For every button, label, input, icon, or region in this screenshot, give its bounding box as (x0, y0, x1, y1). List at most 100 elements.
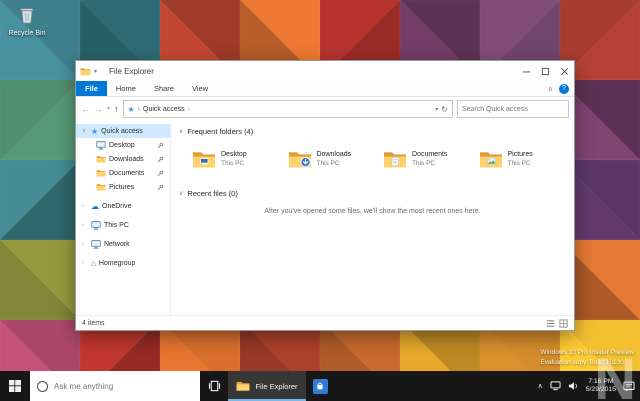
tile-location: This PC (221, 160, 247, 167)
sidebar-item-label: OneDrive (102, 203, 132, 210)
pictures-folder-icon (96, 183, 106, 191)
tree-collapse-icon[interactable]: › (82, 260, 88, 266)
folder-tile-pictures[interactable]: Pictures This PC (476, 141, 567, 177)
volume-tray-icon[interactable] (568, 381, 579, 391)
up-button[interactable]: ↑ (114, 105, 119, 114)
network-tray-icon[interactable] (550, 381, 561, 391)
taskbar-app-button[interactable] (306, 371, 334, 401)
sidebar-item-label: Network (104, 241, 130, 248)
tree-expand-icon[interactable]: ∨ (82, 128, 88, 134)
tab-view[interactable]: View (183, 81, 217, 96)
downloads-folder-icon (288, 149, 312, 169)
action-center-icon[interactable] (623, 381, 635, 392)
taskbar-search[interactable] (30, 371, 200, 401)
item-count: 4 items (82, 320, 105, 327)
sidebar-item-onedrive[interactable]: › ☁ OneDrive (76, 199, 170, 213)
group-collapse-icon[interactable]: ∨ (179, 128, 183, 135)
back-button[interactable]: ← (81, 105, 90, 114)
folder-tile-downloads[interactable]: Downloads This PC (285, 141, 376, 177)
breadcrumb-separator-icon: › (188, 106, 190, 113)
tile-name: Desktop (221, 151, 247, 158)
sidebar-item-label: Downloads (109, 156, 144, 163)
sidebar-item-documents[interactable]: Documents (76, 166, 170, 180)
cortana-icon (37, 381, 48, 392)
close-button[interactable] (555, 61, 574, 81)
group-collapse-icon[interactable]: ∨ (179, 190, 183, 197)
task-view-button[interactable] (200, 371, 228, 401)
navigation-pane: ∨ ★ Quick access Desktop Downloads Docum… (76, 121, 171, 315)
recent-files-empty-message: After you've opened some files, we'll sh… (179, 208, 566, 215)
recycle-bin-icon (19, 6, 35, 24)
status-bar: 4 items (76, 315, 574, 330)
homegroup-icon: ⌂ (91, 259, 96, 268)
taskbar-search-input[interactable] (54, 382, 172, 391)
frequent-folders-header[interactable]: ∨ Frequent folders (4) (179, 127, 566, 136)
this-pc-icon (91, 221, 101, 230)
breadcrumb[interactable]: Quick access (143, 106, 185, 113)
content-pane: ∨ Frequent folders (4) Desktop This PC (171, 121, 574, 315)
recycle-bin[interactable]: Recycle Bin (4, 6, 50, 37)
windows-logo-icon (9, 380, 21, 392)
documents-folder-icon (96, 169, 106, 177)
watermark-line-2: Evaluation copy. Build 10130 (540, 358, 634, 367)
qat-customize-icon[interactable]: ▾ (94, 68, 97, 75)
start-button[interactable] (0, 371, 30, 401)
sidebar-item-desktop[interactable]: Desktop (76, 138, 170, 152)
taskbar-file-explorer-button[interactable]: File Explorer (228, 371, 306, 401)
tile-meta: Documents This PC (412, 151, 447, 167)
sidebar-item-downloads[interactable]: Downloads (76, 152, 170, 166)
sidebar-item-quick-access[interactable]: ∨ ★ Quick access (76, 124, 170, 138)
address-bar[interactable]: ★ › Quick access › ▾ ↻ (123, 100, 453, 118)
sidebar-item-homegroup[interactable]: › ⌂ Homegroup (76, 256, 170, 270)
pin-icon (157, 184, 164, 191)
recent-files-header[interactable]: ∨ Recent files (0) (179, 189, 566, 198)
refresh-icon[interactable]: ↻ (441, 105, 448, 114)
recent-locations-icon[interactable]: ▾ (107, 106, 110, 112)
search-box[interactable] (457, 100, 569, 118)
taskbar-button-label: File Explorer (255, 382, 297, 391)
tab-share[interactable]: Share (145, 81, 183, 96)
forward-button[interactable]: → (94, 105, 103, 114)
desktop-icon (96, 141, 106, 150)
tree-collapse-icon[interactable]: › (82, 203, 88, 209)
show-hidden-icons-chevron[interactable]: ∧ (538, 382, 543, 390)
window-body: ∨ ★ Quick access Desktop Downloads Docum… (76, 121, 574, 315)
folder-tile-documents[interactable]: Documents This PC (380, 141, 471, 177)
sidebar-item-pictures[interactable]: Pictures (76, 180, 170, 194)
tile-name: Downloads (317, 151, 352, 158)
tree-collapse-icon[interactable]: › (82, 222, 88, 228)
details-view-icon[interactable] (546, 319, 555, 328)
address-dropdown-icon[interactable]: ▾ (435, 106, 438, 113)
tile-meta: Desktop This PC (221, 151, 247, 167)
maximize-button[interactable] (536, 61, 555, 81)
quick-access-icon: ★ (91, 127, 98, 136)
tree-collapse-icon[interactable]: › (82, 241, 88, 247)
desktop: Recycle Bin Windows 10 Pro Insider Previ… (0, 0, 640, 401)
folder-tile-desktop[interactable]: Desktop This PC (189, 141, 280, 177)
downloads-folder-icon (96, 155, 106, 163)
minimize-button[interactable] (517, 61, 536, 81)
explorer-app-icon (80, 67, 91, 76)
help-button[interactable]: ? (559, 84, 569, 94)
breadcrumb-separator-icon: › (138, 106, 140, 113)
view-toggles (546, 319, 568, 328)
tile-location: This PC (412, 160, 447, 167)
minimize-icon (522, 67, 531, 76)
minimize-ribbon-icon[interactable]: ∧ (548, 85, 553, 93)
group-title: Recent files (0) (187, 189, 237, 198)
sidebar-item-this-pc[interactable]: › This PC (76, 218, 170, 232)
file-explorer-window: ▾ File Explorer File Home Share View (75, 60, 575, 331)
search-input[interactable] (458, 106, 568, 113)
taskbar-clock[interactable]: 7:16 PM 5/29/2015 (586, 378, 616, 395)
documents-folder-icon (383, 149, 407, 169)
window-controls (517, 61, 574, 81)
large-icons-view-icon[interactable] (559, 319, 568, 328)
onedrive-cloud-icon: ☁ (91, 202, 99, 211)
network-icon (91, 240, 101, 249)
sidebar-item-network[interactable]: › Network (76, 237, 170, 251)
window-title: File Explorer (109, 67, 517, 76)
title-bar[interactable]: ▾ File Explorer (76, 61, 574, 81)
tab-file[interactable]: File (76, 81, 107, 96)
tab-home[interactable]: Home (107, 81, 145, 96)
quick-access-location-icon: ★ (128, 105, 135, 114)
